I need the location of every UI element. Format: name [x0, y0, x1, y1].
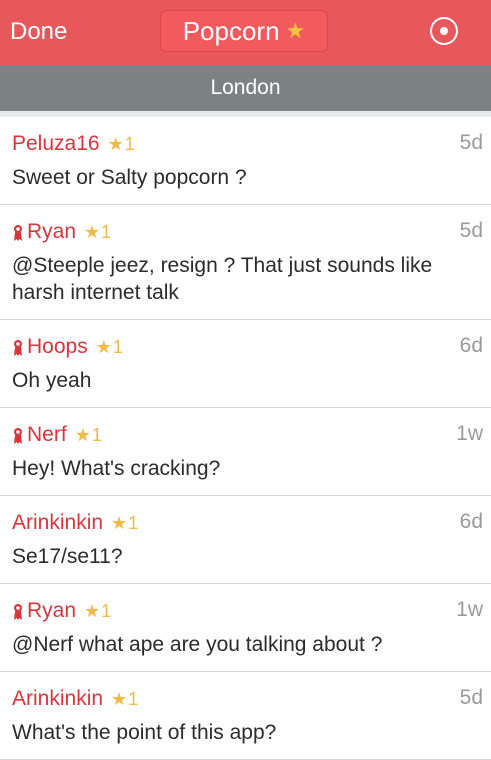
star-icon: ★	[84, 221, 101, 242]
title-button[interactable]: Popcorn ★	[160, 10, 328, 52]
post-header: Ryan ★1	[12, 217, 481, 247]
navigation-bar: Done Popcorn ★	[0, 0, 491, 65]
timestamp: 5d	[459, 131, 483, 154]
list-item[interactable]: Ryan ★1 5d @Steeple jeez, resign ? That jus…	[0, 205, 491, 320]
score-value: 1	[101, 221, 112, 242]
title-label: Popcorn	[182, 15, 280, 46]
message-text: Oh yeah	[12, 369, 92, 392]
score: ★1	[108, 134, 135, 155]
username[interactable]: Ryan	[27, 599, 76, 623]
score: ★1	[111, 513, 138, 534]
score-value: 1	[101, 600, 112, 621]
message-text: @Nerf what ape are you talking about ?	[12, 633, 383, 656]
username[interactable]: Peluza16	[12, 132, 100, 156]
timestamp: 5d	[459, 686, 483, 709]
list-item[interactable]: Arinkinkin ★1 6d Se17/se11?	[0, 496, 491, 584]
message-text: What's the point of this app?	[12, 721, 277, 744]
post-header: Arinkinkin ★1	[12, 684, 481, 714]
location-label: London	[210, 76, 281, 99]
username[interactable]: Hoops	[27, 335, 88, 359]
post-header: Peluza16 ★1	[12, 129, 481, 159]
score-value: 1	[91, 424, 102, 445]
star-icon: ★	[95, 336, 112, 357]
timestamp: 1w	[456, 422, 483, 445]
score: ★1	[75, 425, 102, 446]
star-icon: ★	[84, 600, 101, 621]
score-value: 1	[124, 133, 135, 154]
message-feed: Peluza16 ★1 5d Sweet or Salty popcorn ? Ryan…	[0, 117, 491, 760]
message-text: Sweet or Salty popcorn ?	[12, 166, 247, 189]
star-icon: ★	[111, 512, 128, 533]
username[interactable]: Ryan	[27, 220, 76, 244]
timestamp: 6d	[459, 510, 483, 533]
target-dot	[440, 27, 448, 35]
score-value: 1	[128, 688, 139, 709]
timestamp: 1w	[456, 598, 483, 621]
star-icon: ★	[74, 424, 91, 445]
star-icon: ★	[285, 18, 306, 43]
score: ★1	[96, 337, 123, 358]
ribbon-badge-icon	[14, 604, 22, 620]
username[interactable]: Nerf	[27, 423, 67, 447]
message-text: @Steeple jeez, resign ? That just sounds…	[12, 254, 433, 304]
list-item[interactable]: Hoops ★1 6d Oh yeah	[0, 320, 491, 408]
post-header: Ryan ★1	[12, 596, 481, 626]
timestamp: 5d	[459, 219, 483, 242]
list-item[interactable]: Peluza16 ★1 5d Sweet or Salty popcorn ?	[0, 117, 491, 205]
username[interactable]: Arinkinkin	[12, 687, 103, 711]
list-item[interactable]: Arinkinkin ★1 5d What's the point of this a…	[0, 672, 491, 760]
list-item[interactable]: Ryan ★1 1w @Nerf what ape are you talking a…	[0, 584, 491, 672]
location-bar: London	[0, 65, 491, 111]
score: ★1	[84, 601, 111, 622]
ribbon-badge-icon	[14, 428, 22, 444]
list-item[interactable]: Nerf ★1 1w Hey! What's cracking?	[0, 408, 491, 496]
score-value: 1	[128, 512, 139, 533]
message-text: Hey! What's cracking?	[12, 457, 221, 480]
score: ★1	[84, 222, 111, 243]
ribbon-badge-icon	[14, 225, 22, 241]
done-button[interactable]: Done	[10, 16, 67, 48]
post-header: Nerf ★1	[12, 420, 481, 450]
star-icon: ★	[107, 133, 124, 154]
score-value: 1	[112, 336, 123, 357]
target-icon[interactable]	[430, 17, 458, 45]
message-text: Se17/se11?	[12, 545, 123, 568]
timestamp: 6d	[459, 334, 483, 357]
post-header: Arinkinkin ★1	[12, 508, 481, 538]
ribbon-badge-icon	[14, 340, 22, 356]
post-header: Hoops ★1	[12, 332, 481, 362]
score: ★1	[111, 689, 138, 710]
username[interactable]: Arinkinkin	[12, 511, 103, 535]
star-icon: ★	[111, 688, 128, 709]
